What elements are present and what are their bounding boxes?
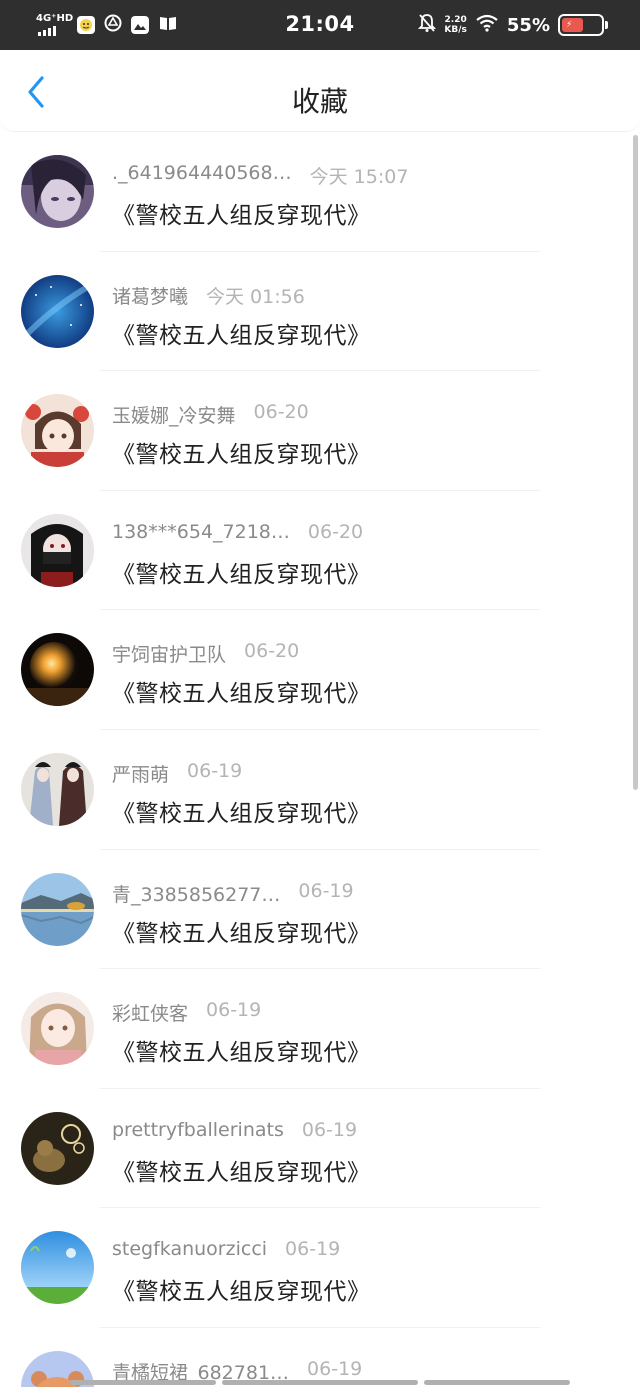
status-bar: 4G⁺HD 21:04 2.20 KB/s 55% ⚡ [0, 0, 640, 50]
user-name: 宇饲宙护卫队 [112, 644, 227, 667]
avatar[interactable] [21, 992, 94, 1066]
avatar[interactable] [21, 1111, 94, 1185]
list-item[interactable]: 青_3385856277… 06-19 《警校五人组反穿现代》 [0, 850, 640, 970]
timestamp: 06-19 [298, 879, 354, 902]
user-name: 138***654_7218… [112, 520, 290, 543]
item-title: 《警校五人组反穿现代》 [112, 1159, 371, 1186]
user-name: ._641964440568… [112, 162, 292, 184]
timestamp: 06-19 [285, 1238, 341, 1261]
list-item[interactable]: prettryfballerinats 06-19 《警校五人组反穿现代》 [0, 1089, 640, 1209]
item-title: 《警校五人组反穿现代》 [112, 1279, 371, 1306]
battery-percent: 55% [506, 14, 550, 36]
battery-icon: ⚡ [558, 14, 608, 36]
item-meta: 严雨萌 06-19 [112, 760, 242, 787]
user-name: 严雨萌 [112, 763, 170, 786]
item-title: 《警校五人组反穿现代》 [112, 800, 371, 827]
timestamp: 06-20 [307, 520, 364, 543]
item-meta: 138***654_7218… 06-20 [112, 521, 363, 543]
item-title: 《警校五人组反穿现代》 [112, 681, 371, 708]
list-item[interactable]: 彩虹侠客 06-19 《警校五人组反穿现代》 [0, 969, 640, 1089]
item-meta: 玉媛娜_冷安舞 06-20 [112, 401, 309, 428]
item-meta: stegfkanuorzicci 06-19 [112, 1238, 340, 1260]
wifi-icon [475, 14, 499, 36]
user-name: stegfkanuorzicci [112, 1238, 268, 1261]
item-meta: 青_3385856277… 06-19 [112, 880, 354, 907]
timestamp: 06-19 [206, 999, 262, 1022]
list-item[interactable]: 宇饲宙护卫队 06-20 《警校五人组反穿现代》 [0, 610, 640, 730]
timestamp: 06-19 [187, 759, 243, 782]
item-title: 《警校五人组反穿现代》 [112, 920, 371, 947]
timestamp: 06-20 [253, 401, 309, 424]
timestamp: 06-19 [301, 1118, 358, 1141]
mute-bell-icon [418, 13, 437, 37]
user-name: 诸葛梦曦 [112, 285, 189, 308]
list-item[interactable]: 严雨萌 06-19 《警校五人组反穿现代》 [0, 730, 640, 850]
user-name: 彩虹侠客 [112, 1003, 189, 1026]
bottom-indicator [222, 1380, 418, 1385]
timestamp: 今天 15:07 [309, 166, 409, 188]
network-speed: 2.20 KB/s [444, 15, 467, 35]
list-item[interactable]: ._641964440568… 今天 15:07 《警校五人组反穿现代》 [0, 132, 640, 252]
status-right-icons: 2.20 KB/s 55% ⚡ [418, 10, 608, 40]
item-meta: ._641964440568… 今天 15:07 [112, 162, 408, 189]
item-title: 《警校五人组反穿现代》 [112, 442, 371, 469]
avatar[interactable] [21, 872, 94, 946]
avatar[interactable] [21, 274, 94, 348]
list-item[interactable]: 138***654_7218… 06-20 《警校五人组反穿现代》 [0, 491, 640, 611]
timestamp: 今天 01:56 [206, 285, 305, 308]
avatar[interactable] [21, 394, 94, 468]
favorites-list: ._641964440568… 今天 15:07 《警校五人组反穿现代》 诸葛梦… [0, 132, 640, 1387]
page-title: 收藏 [291, 85, 348, 118]
avatar[interactable] [21, 155, 94, 228]
user-name: prettryfballerinats [112, 1118, 284, 1141]
user-name: 玉媛娜_冷安舞 [112, 405, 236, 428]
item-meta: 诸葛梦曦 今天 01:56 [112, 282, 305, 309]
list-item[interactable]: 玉媛娜_冷安舞 06-20 《警校五人组反穿现代》 [0, 371, 640, 491]
list-item[interactable]: 青橘短裙_682781… 06-19 [0, 1328, 640, 1387]
item-meta: prettryfballerinats 06-19 [112, 1119, 357, 1141]
avatar[interactable] [21, 633, 94, 707]
battery-level: ⚡ [562, 18, 583, 32]
bottom-indicator [70, 1380, 216, 1385]
scrollbar[interactable] [633, 135, 638, 790]
timestamp: 06-20 [244, 640, 300, 663]
item-title: 《警校五人组反穿现代》 [112, 1040, 371, 1067]
list-item[interactable]: 诸葛梦曦 今天 01:56 《警校五人组反穿现代》 [0, 252, 640, 372]
user-name: 青_3385856277… [112, 883, 281, 906]
avatar[interactable] [21, 1231, 94, 1305]
item-meta: 宇饲宙护卫队 06-20 [112, 640, 299, 667]
item-title: 《警校五人组反穿现代》 [112, 561, 371, 588]
navigation-bar: 收藏 [0, 50, 640, 132]
avatar[interactable] [21, 513, 94, 587]
item-title: 《警校五人组反穿现代》 [112, 203, 371, 229]
item-title: 《警校五人组反穿现代》 [112, 322, 371, 349]
bottom-indicator [424, 1380, 570, 1385]
item-meta: 彩虹侠客 06-19 [112, 999, 261, 1026]
avatar[interactable] [21, 752, 94, 826]
list-item[interactable]: stegfkanuorzicci 06-19 《警校五人组反穿现代》 [0, 1208, 640, 1328]
